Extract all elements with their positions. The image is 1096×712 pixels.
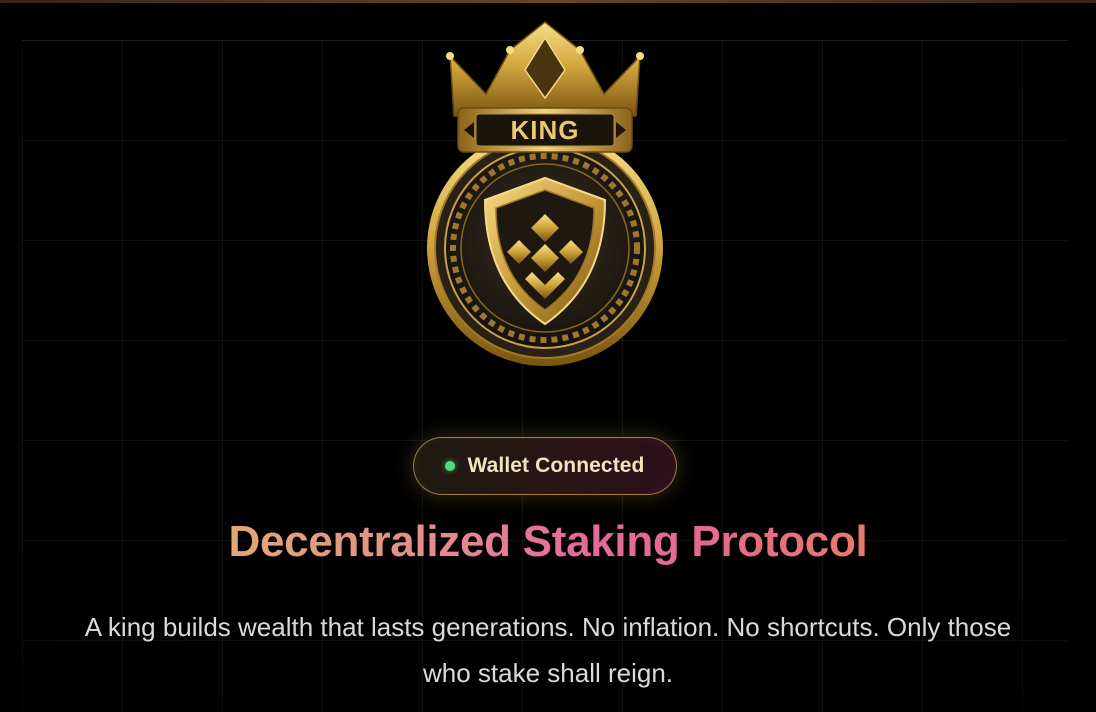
page-title-text: Decentralized Staking Protocol (228, 517, 868, 566)
wallet-status-label: Wallet Connected (467, 454, 645, 477)
wallet-status-badge[interactable]: Wallet Connected (413, 437, 677, 495)
status-dot-icon (445, 461, 456, 471)
top-border (0, 0, 1096, 3)
svg-text:KING: KING (511, 115, 580, 145)
king-logo-icon: KING (427, 21, 663, 366)
tagline: A king builds wealth that lasts generati… (84, 612, 1012, 688)
page-title: Decentralized Staking Protocol (0, 512, 1096, 572)
